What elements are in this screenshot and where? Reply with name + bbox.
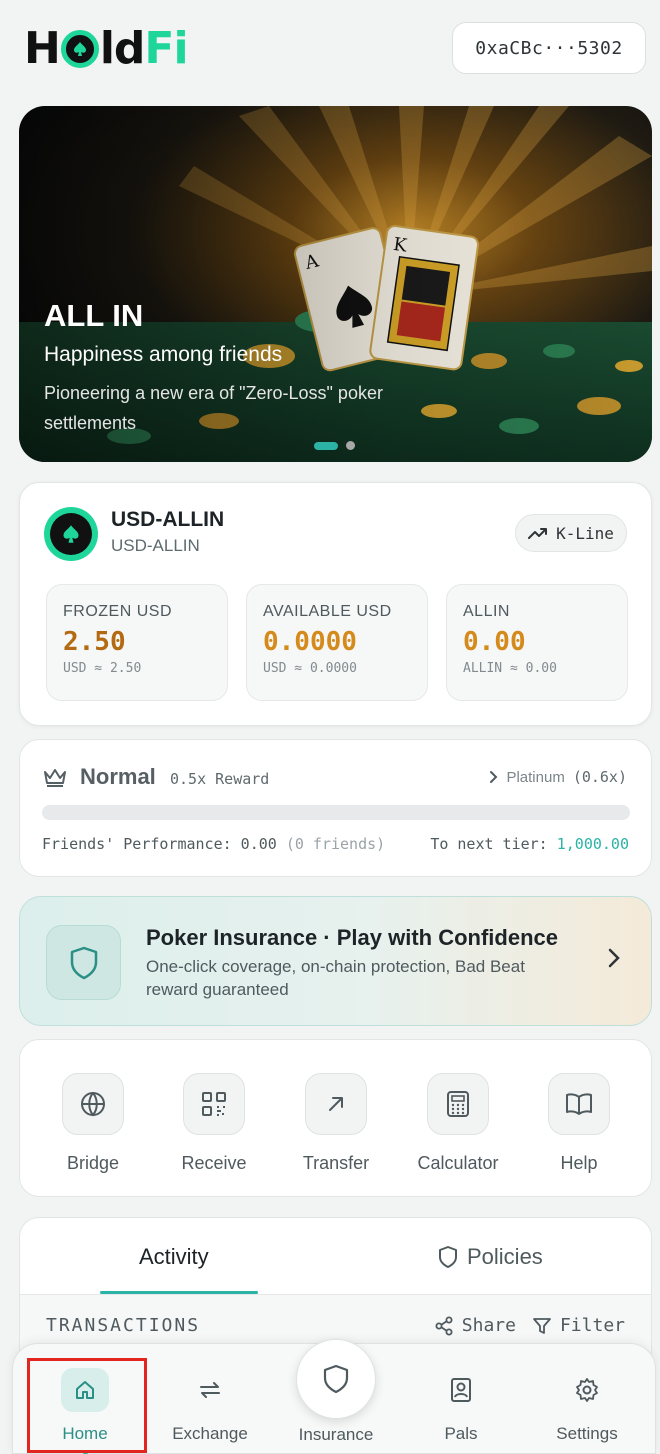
bridge-action[interactable]: Bridge: [38, 1073, 148, 1174]
transfer-action[interactable]: Transfer: [281, 1073, 391, 1174]
holdfi-logo[interactable]: Hld Fi: [24, 23, 189, 74]
arrow-up-right-icon: [305, 1073, 367, 1135]
to-next-tier: To next tier: 1,000.00: [430, 835, 629, 853]
poker-chip-icon: [60, 30, 99, 68]
frozen-usd-value: 2.50: [63, 627, 126, 657]
quick-actions: Bridge Receive Transfer Calculator Help: [19, 1039, 652, 1197]
gear-icon: [563, 1368, 611, 1412]
asset-card: USD-ALLIN USD-ALLIN K-Line FROZEN USD 2.…: [19, 482, 652, 726]
calculator-action[interactable]: Calculator: [403, 1073, 513, 1174]
nav-exchange[interactable]: Exchange: [150, 1344, 270, 1454]
nav-insurance[interactable]: [296, 1339, 376, 1419]
promo-banner[interactable]: A K ALL IN Happiness among friends Pione…: [19, 106, 652, 462]
available-usd-stat: AVAILABLE USD 0.0000 USD ≈ 0.0000: [246, 584, 428, 701]
home-highlight-box: [27, 1358, 147, 1453]
share-button[interactable]: Share: [434, 1315, 516, 1336]
chevron-right-icon: [608, 948, 620, 968]
promo-title: Poker Insurance · Play with Confidence: [146, 925, 558, 950]
token-subtitle: USD-ALLIN: [111, 536, 200, 555]
promo-description: One-click coverage, on-chain protection,…: [146, 957, 525, 999]
tab-policies[interactable]: Policies: [439, 1244, 543, 1270]
carousel-dot[interactable]: [346, 441, 355, 450]
transaction-tools: Share Filter: [434, 1315, 625, 1336]
tier-card[interactable]: Normal 0.5x Reward Platinum (0.6x) Frien…: [19, 739, 652, 877]
allin-value: 0.00: [463, 627, 526, 657]
allin-stat: ALLIN 0.00 ALLIN ≈ 0.00: [446, 584, 628, 701]
insurance-promo-card[interactable]: Poker Insurance · Play with Confidence O…: [19, 896, 652, 1026]
shield-icon: [323, 1364, 349, 1394]
chevron-right-icon: [490, 771, 498, 783]
globe-icon: [62, 1073, 124, 1135]
usd-allin-token-icon: [44, 507, 98, 561]
shield-icon: [439, 1246, 457, 1268]
k-line-button[interactable]: K-Line: [515, 514, 627, 552]
frozen-usd-stat: FROZEN USD 2.50 USD ≈ 2.50: [46, 584, 228, 701]
exchange-icon: [186, 1368, 234, 1412]
receive-action[interactable]: Receive: [159, 1073, 269, 1174]
nav-insurance-label: Insurance: [298, 1425, 374, 1444]
banner-description: Pioneering a new era of "Zero-Loss" poke…: [44, 383, 383, 433]
tier-progress-bar: [42, 805, 630, 820]
book-icon: [548, 1073, 610, 1135]
transactions-title: TRANSACTIONS: [46, 1315, 201, 1336]
calculator-icon: [427, 1073, 489, 1135]
trending-up-icon: [528, 528, 548, 539]
tab-activity[interactable]: Activity: [139, 1244, 209, 1270]
banner-title: ALL IN: [44, 298, 144, 333]
tier-name: Normal: [80, 764, 156, 789]
crown-icon: [44, 769, 66, 787]
app-header: Hld Fi 0xaCBc···5302: [0, 0, 660, 100]
nav-pals[interactable]: Pals: [401, 1344, 521, 1454]
next-tier-link[interactable]: Platinum (0.6x): [488, 768, 627, 786]
carousel-indicator[interactable]: [314, 441, 355, 450]
tier-reward: 0.5x Reward: [170, 770, 270, 788]
shield-icon: [46, 925, 121, 1000]
friends-performance: Friends' Performance: 0.00 (0 friends): [42, 835, 386, 853]
share-icon: [435, 1316, 453, 1335]
filter-button[interactable]: Filter: [532, 1315, 625, 1336]
k-line-label: K-Line: [556, 523, 614, 543]
contact-icon: [437, 1368, 485, 1412]
qr-code-icon: [183, 1073, 245, 1135]
filter-icon: [533, 1317, 551, 1334]
wallet-address-button[interactable]: 0xaCBc···5302: [452, 22, 646, 74]
banner-subtitle: Happiness among friends: [44, 343, 283, 366]
nav-settings[interactable]: Settings: [527, 1344, 647, 1454]
help-action[interactable]: Help: [524, 1073, 634, 1174]
available-usd-value: 0.0000: [263, 627, 357, 657]
carousel-dot-active[interactable]: [314, 441, 338, 450]
token-name: USD-ALLIN: [111, 508, 225, 531]
